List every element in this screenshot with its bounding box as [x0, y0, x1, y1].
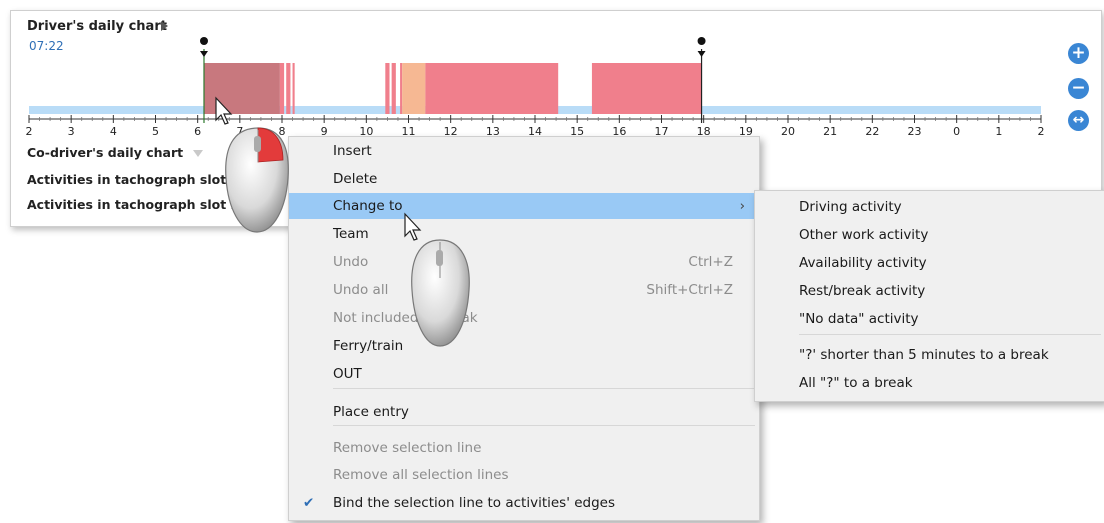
menu-separator	[799, 334, 1101, 335]
axis-tick-label: 2	[1038, 125, 1045, 138]
menu-item-label: Change to	[333, 198, 403, 214]
selection-marker-icon	[199, 51, 208, 57]
axis-tick-label: 2	[26, 125, 33, 138]
menu-item-not-included-in-break: Not included in break	[289, 305, 759, 331]
menu-item-label: Insert	[333, 143, 372, 159]
menu-separator	[333, 425, 755, 426]
activity-block-work	[292, 63, 295, 114]
shortcut-label: Shift+Ctrl+Z	[646, 282, 733, 298]
menu-item-out[interactable]: OUT	[289, 361, 759, 387]
axis-tick-label: 8	[279, 125, 286, 138]
menu-item-label: Undo	[333, 254, 369, 270]
menu-item-ferry-train[interactable]: Ferry/train	[289, 333, 759, 359]
axis-tick-label: 20	[781, 125, 795, 138]
menu-item-label: Not included in break	[333, 310, 478, 326]
axis-tick-label: 1	[995, 125, 1002, 138]
axis-tick-label: 7	[236, 125, 243, 138]
menu-item-undo: Undo Ctrl+Z	[289, 249, 759, 275]
activity-block-work	[385, 63, 390, 114]
menu-item-bind-the-selection-line-to-activities-edges[interactable]: Bind the selection line to activities' e…	[289, 490, 759, 516]
menu-item-team[interactable]: Team	[289, 221, 759, 247]
activity-block-work	[286, 63, 291, 114]
axis-tick-label: 6	[194, 125, 201, 138]
shortcut-label: Ctrl+Z	[688, 254, 733, 270]
menu-item-label: Bind the selection line to activities' e…	[333, 495, 615, 511]
menu-item-insert[interactable]: Insert	[289, 138, 759, 164]
checkmark-icon: ✔	[303, 495, 315, 511]
submenu-item-1[interactable]: Driving activity	[755, 194, 1104, 220]
activity-block-selected-work	[203, 63, 280, 114]
submenu-item-7[interactable]: All "?" to a break	[755, 370, 1104, 396]
menu-item-remove-all-selection-lines: Remove all selection lines	[289, 462, 759, 488]
axis-tick-label: 22	[865, 125, 879, 138]
submenu-item-5[interactable]: "No data" activity	[755, 306, 1104, 332]
selection-marker-icon	[199, 37, 208, 45]
activity-block-work	[279, 63, 285, 114]
menu-item-undo-all: Undo all Shift+Ctrl+Z	[289, 277, 759, 303]
menu-item-change-to[interactable]: Change to ›	[289, 193, 759, 219]
activity-block-work	[391, 63, 396, 114]
menu-item-label: Ferry/train	[333, 338, 404, 354]
activity-block-work	[425, 63, 559, 114]
activity-block-work	[591, 63, 702, 114]
selection-marker-icon	[697, 37, 706, 45]
menu-item-label: Place entry	[333, 404, 409, 420]
menu-separator	[333, 388, 755, 389]
activity-block-work	[400, 63, 403, 114]
menu-item-delete[interactable]: Delete	[289, 166, 759, 192]
submenu-item-4[interactable]: Rest/break activity	[755, 278, 1104, 304]
menu-item-label: Undo all	[333, 282, 389, 298]
axis-tick-label: 23	[908, 125, 922, 138]
submenu-item-6[interactable]: "?' shorter than 5 minutes to a break	[755, 342, 1104, 368]
axis-tick-label: 4	[110, 125, 117, 138]
menu-item-label: Remove all selection lines	[333, 467, 509, 483]
activity-block-availability	[402, 63, 426, 114]
menu-item-label: Delete	[333, 171, 378, 187]
chevron-right-icon: ›	[739, 198, 745, 214]
menu-item-remove-selection-line: Remove selection line	[289, 435, 759, 461]
menu-item-label: Team	[333, 226, 369, 242]
menu-item-place-entry[interactable]: Place entry	[289, 399, 759, 425]
menu-item-label: OUT	[333, 366, 362, 382]
menu-item-label: Remove selection line	[333, 440, 482, 456]
axis-tick-label: 3	[68, 125, 75, 138]
submenu-item-2[interactable]: Other work activity	[755, 222, 1104, 248]
submenu-item-3[interactable]: Availability activity	[755, 250, 1104, 276]
axis-tick-label: 21	[823, 125, 837, 138]
selection-marker-icon	[697, 51, 706, 57]
change-to-submenu: Driving activity Other work activity Avail…	[754, 190, 1104, 402]
axis-tick-label: 0	[953, 125, 960, 138]
axis-tick-label: 5	[152, 125, 159, 138]
context-menu: Insert Delete Change to › Team Undo Ctrl+Z Undo…	[288, 136, 760, 521]
